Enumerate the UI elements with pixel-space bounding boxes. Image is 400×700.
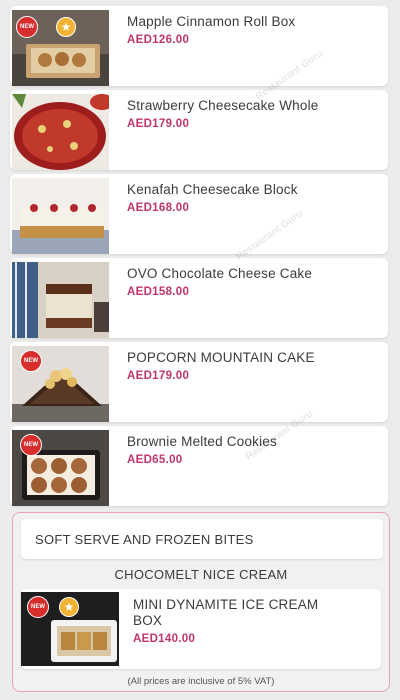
product-card[interactable]: Strawberry Cheesecake Whole AED179.00 [10,90,388,170]
product-image: NEW [12,430,109,506]
product-card[interactable]: NEW ★ Mapple Cinnamon Roll Box AED126.00 [10,6,388,86]
new-badge: NEW [20,350,42,372]
category-section: SOFT SERVE AND FROZEN BITES CHOCOMELT NI… [12,512,390,692]
new-badge: NEW [20,434,42,456]
product-card[interactable]: NEW Brownie Melted Cookies AED65.00 [10,426,388,506]
product-card[interactable]: NEW POPCORN MOUNTAIN CAKE AED179.00 [10,342,388,422]
product-name: Kenafah Cheesecake Block [127,182,298,197]
product-name: Strawberry Cheesecake Whole [127,98,319,113]
product-price: AED140.00 [133,633,196,645]
star-badge-icon: ★ [56,17,76,37]
new-badge: NEW [27,596,49,618]
subcategory-title: CHOCOMELT NICE CREAM [114,567,288,582]
product-price: AED179.00 [127,370,190,382]
product-name: Brownie Melted Cookies [127,434,277,449]
product-card[interactable]: NEW ★ MINI DYNAMITE ICE CREAM BOX AED140… [21,589,381,669]
product-name: Mapple Cinnamon Roll Box [127,14,296,29]
product-name: OVO Chocolate Cheese Cake [127,266,313,281]
product-price: AED65.00 [127,454,183,466]
product-image [12,262,109,338]
product-image: NEW ★ [21,592,119,666]
product-card[interactable]: OVO Chocolate Cheese Cake AED158.00 [10,258,388,338]
category-header[interactable]: SOFT SERVE AND FROZEN BITES [21,519,383,559]
star-badge-icon: ★ [59,597,79,617]
product-price: AED126.00 [127,34,190,46]
new-badge: NEW [16,16,38,38]
product-name: POPCORN MOUNTAIN CAKE [127,350,315,365]
product-image [12,94,109,170]
product-name: MINI DYNAMITE ICE CREAM BOX [133,597,319,628]
product-image: NEW [12,346,109,422]
product-card[interactable]: Kenafah Cheesecake Block AED168.00 [10,174,388,254]
product-price: AED158.00 [127,286,190,298]
product-image: NEW ★ [12,10,109,86]
product-price: AED179.00 [127,118,190,130]
product-image [12,178,109,254]
vat-note: (All prices are inclusive of 5% VAT) [127,676,275,687]
product-price: AED168.00 [127,202,190,214]
